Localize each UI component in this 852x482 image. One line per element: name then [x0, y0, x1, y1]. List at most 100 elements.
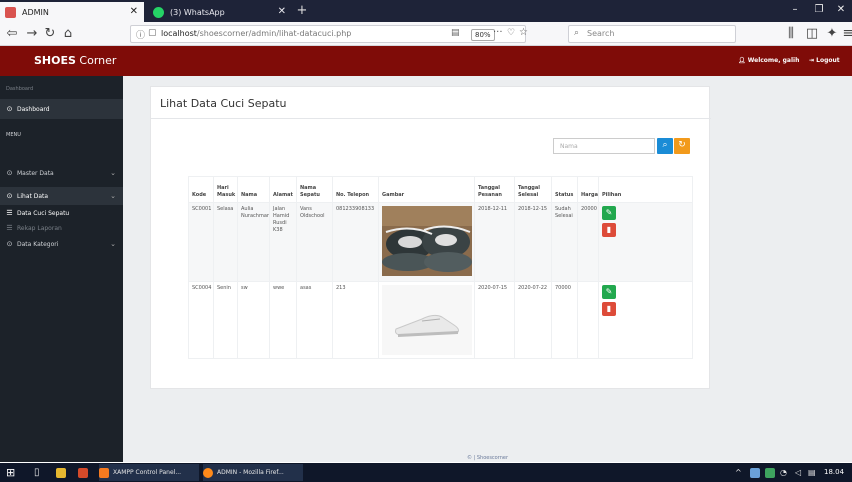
refresh-icon: ↻ [678, 140, 686, 150]
cell-tgl-selesai: 2020-07-22 [514, 281, 552, 359]
app-header: SHOES Corner 👤︎ Welcome, galih ⇥ Logout [0, 46, 852, 76]
column-header[interactable]: Nama Sepatu [296, 176, 333, 203]
reader-view-icon[interactable]: ▤ [451, 28, 460, 38]
logout-link[interactable]: ⇥ Logout [809, 57, 840, 64]
close-window-button[interactable]: ✕ [830, 4, 852, 15]
browser-search-input[interactable]: ⌕ Search [568, 25, 736, 43]
column-header[interactable]: Status [551, 176, 578, 203]
refresh-button[interactable]: ↻ [674, 138, 690, 154]
extension-icon[interactable]: ✦ [824, 26, 840, 42]
tray-square-icon [765, 467, 775, 478]
welcome-user[interactable]: 👤︎ Welcome, galih [738, 57, 799, 64]
page-title: Lihat Data Cuci Sepatu [160, 97, 287, 110]
volume-icon[interactable]: ◁ [795, 464, 801, 481]
list-icon: ☰ [6, 223, 13, 232]
list-icon: ☰ [6, 208, 13, 217]
library-icon[interactable]: ⫼ [783, 26, 799, 42]
windows-start-icon[interactable]: ⊞ [6, 464, 15, 481]
cell-status: Sudah Selesai [551, 202, 578, 282]
column-header[interactable]: Gambar [378, 176, 475, 203]
zoom-level[interactable]: 80% [471, 29, 495, 41]
pocket-icon[interactable]: ♡ [507, 28, 515, 38]
sidebar-item-label: Data Cuci Sepatu [17, 209, 70, 217]
firefox-icon [203, 467, 213, 478]
welcome-text: Welcome, galih [747, 57, 800, 64]
sidebar-item-data-kategori[interactable]: ⊙ Data Kategori ⌄ [0, 236, 123, 252]
column-header[interactable]: Tanggal Selesai [514, 176, 552, 203]
tab-admin[interactable]: ADMIN ✕ [0, 2, 144, 22]
column-header[interactable]: Alamat [269, 176, 297, 203]
url-host: localhost [161, 29, 197, 38]
url-bar[interactable]: ⓘ ▢ localhost/shoescorner/admin/lihat-da… [130, 25, 528, 43]
cell-telepon: 213 [332, 281, 379, 359]
search-button[interactable]: ⌕ [657, 138, 673, 154]
column-header[interactable]: No. Telepon [332, 176, 379, 203]
page-footer: © | Shoescorner [466, 455, 509, 461]
bookmark-star-icon[interactable]: ☆ [519, 27, 528, 38]
table-row: SC0004 Senin sw wwe asas 213 2020-07-15 … [188, 281, 693, 359]
column-header[interactable]: Nama [237, 176, 270, 203]
tray-chevron-up-icon[interactable]: ^ [735, 464, 742, 481]
file-explorer-icon[interactable] [56, 464, 70, 481]
sidebar-item-rekap-laporan[interactable]: ☰ Rekap Laporan [0, 221, 123, 235]
cell-harga: 20000 [577, 202, 599, 282]
clock: 18.04 [824, 468, 845, 476]
sidebar-item-dashboard[interactable]: ⊙ Dashboard [0, 99, 123, 119]
sidebar: Dashboard ⊙ Dashboard MENU ⊙ Master Data ⌄ … [0, 76, 123, 462]
column-header[interactable]: Pilihan [598, 176, 693, 203]
cell-hari: Senin [213, 281, 238, 359]
sidebar-item-label: Data Kategori [17, 240, 59, 248]
back-arrow-icon[interactable]: ⇦ [4, 26, 20, 42]
more-actions-icon[interactable]: ··· [493, 27, 503, 38]
lihat-data-icon: ⊙ [6, 191, 13, 200]
app-icon[interactable] [78, 464, 92, 481]
tab-whatsapp[interactable]: (3) WhatsApp ✕ [148, 2, 292, 22]
column-header[interactable]: Tanggal Pesanan [474, 176, 515, 203]
taskbar-firefox[interactable]: ADMIN - Mozilla Firef... [203, 464, 303, 481]
brand-rest: Corner [75, 54, 117, 67]
trash-icon: ▮ [606, 225, 612, 234]
delete-button[interactable]: ▮ [602, 302, 616, 316]
close-tab-icon[interactable]: ✕ [130, 6, 138, 17]
menu-hamburger-icon[interactable]: ≡ [840, 26, 852, 42]
brand-logo[interactable]: SHOES Corner [34, 54, 116, 67]
name-search-input[interactable]: Nama [553, 138, 655, 154]
minimize-button[interactable]: – [784, 4, 806, 15]
tab-title: ADMIN [22, 7, 49, 17]
info-icon[interactable]: ⓘ [136, 28, 145, 41]
user-icon: 👤︎ [738, 57, 748, 64]
sidebar-item-master-data[interactable]: ⊙ Master Data ⌄ [0, 164, 123, 182]
cell-tgl-pesan: 2018-12-11 [474, 202, 515, 282]
sidebar-item-data-cuci-sepatu[interactable]: ☰ Data Cuci Sepatu [0, 206, 123, 220]
edit-button[interactable]: ✎ [602, 206, 616, 220]
close-tab-icon[interactable]: ✕ [278, 6, 286, 17]
task-view-icon[interactable]: ▯ [34, 464, 40, 481]
column-header[interactable]: Hari Masuk [213, 176, 238, 203]
forward-arrow-icon[interactable]: → [24, 26, 40, 42]
sidebar-item-lihat-data[interactable]: ⊙ Lihat Data ⌄ [0, 187, 123, 205]
taskbar-label: ADMIN - Mozilla Firef... [217, 469, 284, 476]
tray-icon[interactable] [750, 464, 764, 481]
column-header[interactable]: Harga [577, 176, 599, 203]
wifi-icon[interactable]: ◔ [780, 464, 787, 481]
browser-nav-bar: ⇦ → ↻ ⌂ ⓘ ▢ localhost/shoescorner/admin/… [0, 22, 852, 46]
url-text: localhost/shoescorner/admin/lihat-datacu… [161, 29, 351, 38]
delete-button[interactable]: ▮ [602, 223, 616, 237]
tray-icon[interactable] [765, 464, 779, 481]
data-card: Lihat Data Cuci Sepatu Nama ⌕ ↻ Kode Har… [150, 86, 711, 389]
sidebar-item-label: Rekap Laporan [17, 224, 62, 232]
edit-button[interactable]: ✎ [602, 285, 616, 299]
sidebar-toggle-icon[interactable]: ◫ [804, 26, 820, 42]
folder-icon [56, 467, 66, 478]
maximize-button[interactable]: ❐ [808, 4, 830, 15]
app-square-icon [78, 467, 88, 478]
reload-icon[interactable]: ↻ [42, 26, 58, 42]
cell-nama: sw [237, 281, 270, 359]
trash-icon: ▮ [606, 304, 612, 313]
taskbar-xampp[interactable]: XAMPP Control Panel... [99, 464, 199, 481]
column-header[interactable]: Kode [188, 176, 214, 203]
new-tab-button[interactable]: + [294, 2, 310, 20]
search-icon: ⌕ [574, 28, 580, 38]
notification-icon[interactable]: ▤ [808, 464, 816, 481]
home-icon[interactable]: ⌂ [60, 26, 76, 42]
